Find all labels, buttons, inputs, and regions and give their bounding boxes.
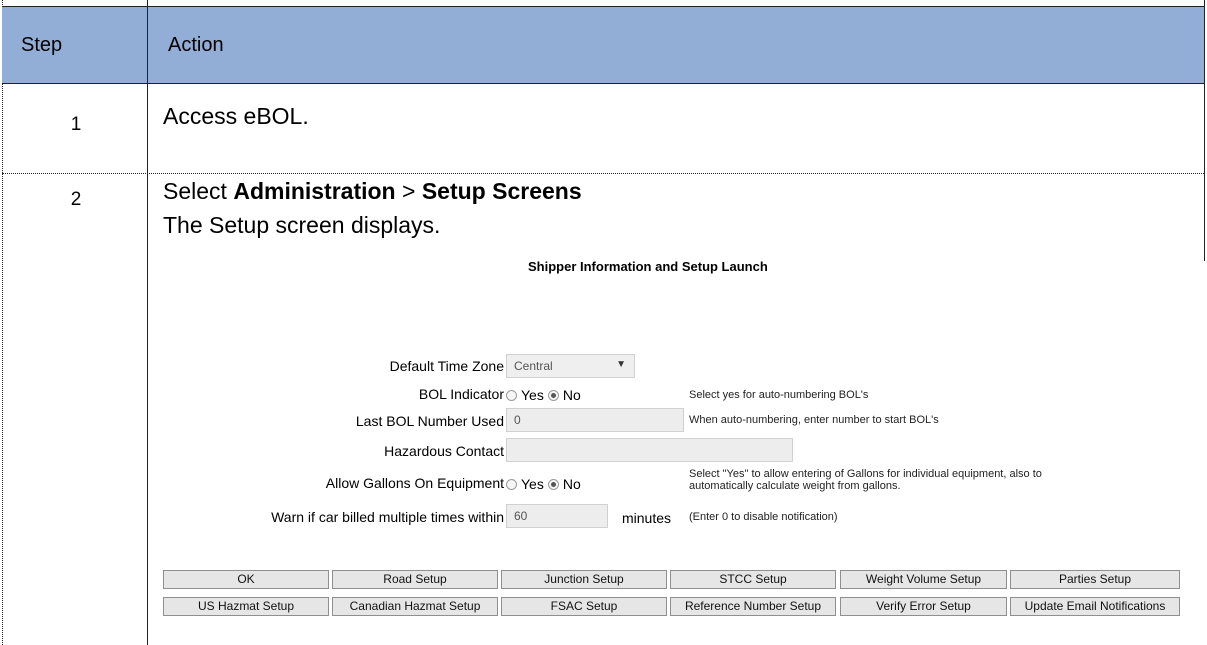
reference-number-setup-button[interactable]: Reference Number Setup <box>670 597 836 616</box>
table-border-right <box>1204 0 1205 261</box>
stcc-setup-button[interactable]: STCC Setup <box>670 570 836 589</box>
last-bol-label: Last BOL Number Used <box>355 413 504 429</box>
step-number-1: 1 <box>70 114 82 135</box>
bol-indicator-yes-label: Yes <box>521 387 544 403</box>
warn-minutes-input[interactable]: 60 <box>506 504 608 528</box>
us-hazmat-setup-button[interactable]: US Hazmat Setup <box>163 597 329 616</box>
verify-error-setup-button[interactable]: Verify Error Setup <box>840 597 1007 616</box>
setup-page-title: Shipper Information and Setup Launch <box>528 259 768 274</box>
time-zone-label: Default Time Zone <box>389 358 504 374</box>
warn-label: Warn if car billed multiple times within <box>271 509 504 525</box>
allow-gallons-hint-line2: automatically calculate weight from gall… <box>689 480 901 492</box>
parties-setup-button[interactable]: Parties Setup <box>1010 570 1180 589</box>
warn-unit-label: minutes <box>622 510 672 526</box>
fsac-setup-button[interactable]: FSAC Setup <box>501 597 667 616</box>
action-text-2: Select Administration > Setup Screens <box>163 178 582 205</box>
header-step: Step <box>21 34 63 56</box>
bol-indicator-yes-radio[interactable] <box>506 389 517 401</box>
allow-gallons-no-label: No <box>562 476 581 492</box>
update-email-notifications-button[interactable]: Update Email Notifications <box>1010 597 1180 616</box>
warn-hint: (Enter 0 to disable notification) <box>689 511 838 523</box>
action-text-1: Access eBOL. <box>163 103 309 129</box>
step-number-2: 2 <box>70 189 82 210</box>
weight-volume-setup-button[interactable]: Weight Volume Setup <box>840 570 1007 589</box>
time-zone-select[interactable]: Central ▼ <box>506 354 635 378</box>
hazardous-contact-label: Hazardous Contact <box>384 443 504 459</box>
row-divider <box>2 173 1204 174</box>
chevron-down-icon: ▼ <box>616 359 626 370</box>
header-action: Action <box>168 34 224 56</box>
road-setup-button[interactable]: Road Setup <box>332 570 498 589</box>
allow-gallons-radio-group: Yes No <box>506 476 585 492</box>
menu-separator: > <box>395 178 422 204</box>
last-bol-input[interactable]: 0 <box>506 408 684 432</box>
table-header: Step Action <box>2 6 1204 84</box>
hazardous-contact-input[interactable] <box>506 438 793 462</box>
bol-indicator-no-label: No <box>562 387 581 403</box>
canadian-hazmat-setup-button[interactable]: Canadian Hazmat Setup <box>332 597 498 616</box>
allow-gallons-yes-radio[interactable] <box>506 478 517 490</box>
bol-indicator-label: BOL Indicator <box>418 386 504 402</box>
ok-button[interactable]: OK <box>163 570 329 589</box>
menu-administration: Administration <box>233 178 396 204</box>
time-zone-value: Central <box>514 359 553 373</box>
column-divider <box>147 0 148 645</box>
menu-setup-screens: Setup Screens <box>421 178 582 204</box>
allow-gallons-label: Allow Gallons On Equipment <box>325 475 504 491</box>
allow-gallons-hint: Select "Yes" to allow entering of Gallon… <box>689 468 1042 492</box>
last-bol-hint: When auto-numbering, enter number to sta… <box>689 414 939 426</box>
allow-gallons-no-radio[interactable] <box>547 478 559 490</box>
bol-indicator-no-radio[interactable] <box>547 389 559 401</box>
action-result-2: The Setup screen displays. <box>163 212 441 238</box>
bol-indicator-hint: Select yes for auto-numbering BOL's <box>689 389 869 401</box>
bol-indicator-radio-group: Yes No <box>506 387 585 403</box>
junction-setup-button[interactable]: Junction Setup <box>501 570 667 589</box>
allow-gallons-yes-label: Yes <box>521 476 544 492</box>
allow-gallons-hint-line1: Select "Yes" to allow entering of Gallon… <box>689 468 1042 480</box>
table-border-left <box>2 0 3 645</box>
select-prefix: Select <box>163 178 234 204</box>
